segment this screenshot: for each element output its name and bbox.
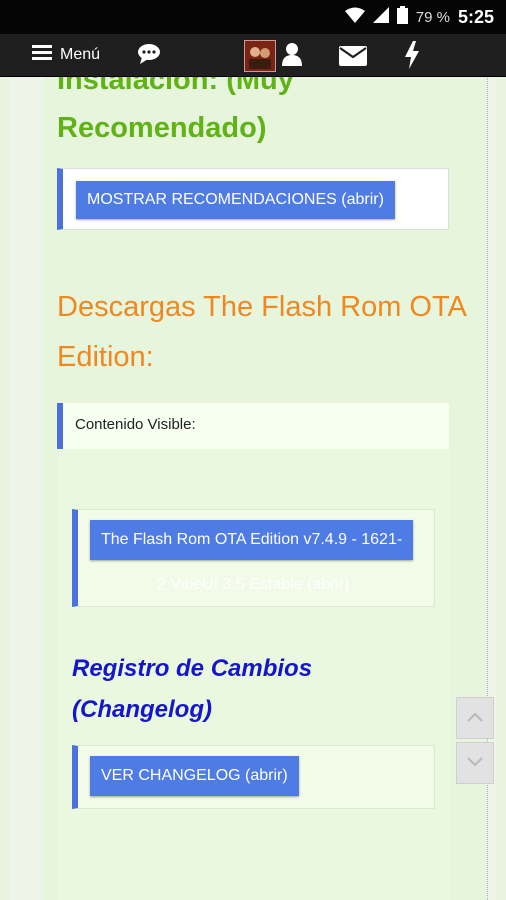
left-margin [10, 76, 45, 900]
scroll-up-button[interactable] [456, 697, 494, 739]
scroll-down-button[interactable] [456, 742, 494, 784]
download-button[interactable]: The Flash Rom OTA Edition v7.4.9 - 1621- [90, 520, 414, 560]
hamburger-icon [32, 44, 52, 65]
downloads-heading: Descargas The Flash Rom OTA Edition: [57, 291, 466, 373]
wifi-icon [344, 7, 365, 28]
chevron-down-icon [467, 754, 483, 772]
download-card: The Flash Rom OTA Edition v7.4.9 - 1621-… [72, 509, 435, 607]
chat-icon[interactable] [137, 43, 161, 70]
signal-icon [372, 7, 389, 28]
battery-percent: 79 % [415, 9, 450, 26]
visible-content-label: Contenido Visible: [57, 403, 449, 449]
recommendations-card: MOSTRAR RECOMENDACIONES (abrir) [57, 168, 449, 230]
download-button-continuation[interactable]: 2 VibeUI 3.5 Estable (abrir) [157, 576, 350, 594]
status-bar: 79 % 5:25 [0, 0, 506, 34]
clock: 5:25 [457, 7, 494, 27]
site-navbar: Menú [0, 34, 506, 77]
avatar[interactable] [244, 40, 276, 72]
battery-icon [396, 6, 408, 29]
bolt-icon[interactable] [404, 41, 420, 74]
chevron-up-icon [467, 709, 483, 727]
changelog-card: VER CHANGELOG (abrir) [72, 745, 435, 809]
user-icon[interactable] [282, 42, 302, 71]
show-recommendations-button[interactable]: MOSTRAR RECOMENDACIONES (abrir) [76, 181, 395, 219]
menu-button[interactable]: Menú [32, 44, 100, 65]
mail-icon[interactable] [339, 46, 367, 71]
menu-label: Menú [60, 45, 101, 63]
changelog-heading: Registro de Cambios (Changelog) [72, 655, 313, 723]
view-changelog-button[interactable]: VER CHANGELOG (abrir) [90, 756, 299, 796]
